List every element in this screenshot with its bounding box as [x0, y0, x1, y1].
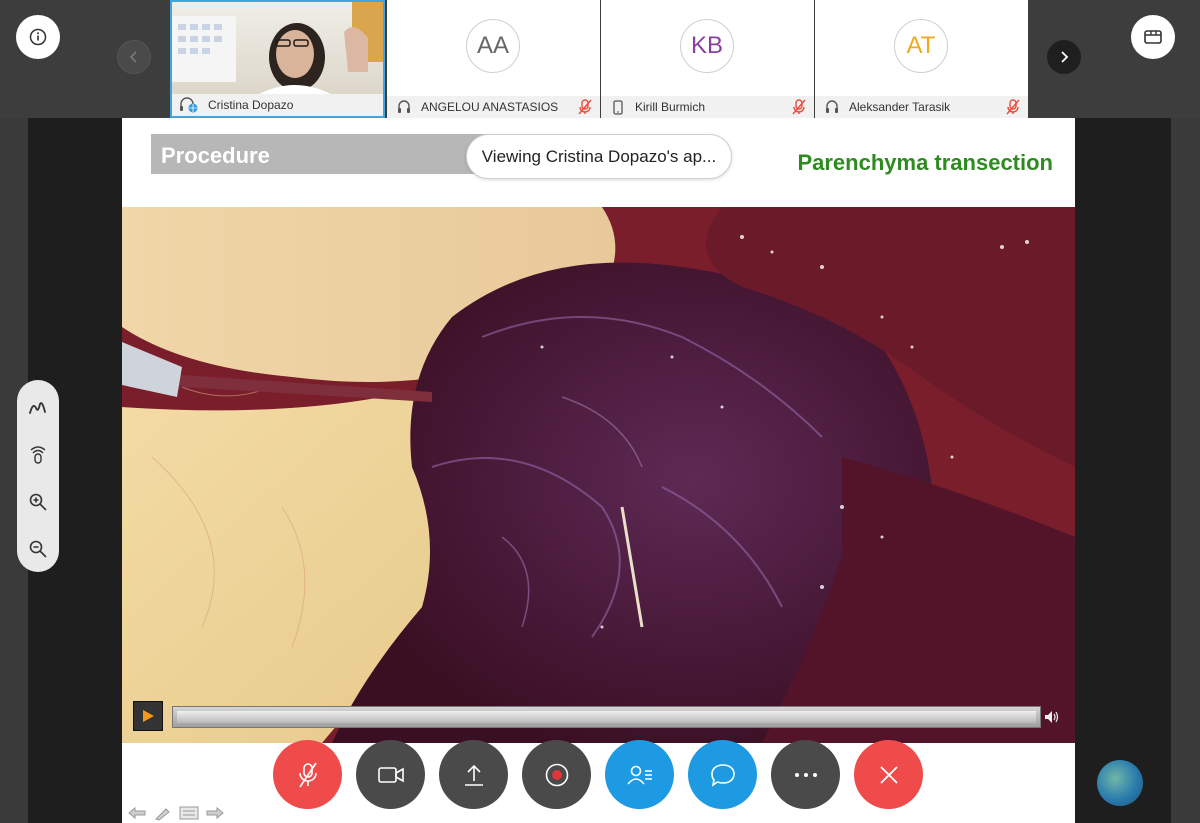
video-button[interactable] — [356, 740, 425, 809]
mute-mic-icon — [298, 762, 317, 787]
play-button[interactable] — [133, 701, 163, 731]
annotation-toolbar — [17, 380, 59, 572]
layout-button[interactable] — [1131, 15, 1175, 59]
end-call-button[interactable] — [854, 740, 923, 809]
avatar-initials: AT — [906, 32, 936, 59]
headset-icon — [823, 99, 841, 115]
participant-nameplate: Kirill Burmich — [601, 96, 814, 118]
chevron-right-icon — [1061, 51, 1069, 63]
mic-muted-icon — [1006, 99, 1020, 118]
next-participants-button[interactable] — [1047, 40, 1081, 74]
chat-button[interactable] — [688, 740, 757, 809]
participant-tile[interactable]: AT Aleksander Tarasik — [815, 0, 1028, 118]
avatar: KB — [680, 19, 734, 73]
phone-icon — [609, 99, 627, 115]
participant-nameplate: Cristina Dopazo — [172, 94, 383, 116]
participant-nameplate: Aleksander Tarasik — [815, 96, 1028, 118]
arrow-left-icon[interactable] — [126, 804, 148, 822]
more-button[interactable] — [771, 740, 840, 809]
share-button[interactable] — [439, 740, 508, 809]
participant-name: ANGELOU ANASTASIOS — [421, 100, 559, 114]
participant-tile[interactable]: KB Kirill Burmich — [601, 0, 814, 118]
layout-icon — [1144, 30, 1162, 44]
headset-globe-icon — [178, 97, 200, 113]
arrow-right-icon[interactable] — [204, 804, 226, 822]
zoom-out-icon[interactable] — [25, 535, 51, 563]
headset-icon — [395, 99, 413, 115]
avatar-initials: KB — [690, 32, 723, 59]
record-icon — [545, 763, 568, 786]
participant-strip: Cristina Dopazo AA ANGELOU ANASTASIOS KB… — [0, 0, 1200, 118]
meeting-window: Cristina Dopazo AA ANGELOU ANASTASIOS KB… — [0, 0, 1200, 823]
participant-name: Kirill Burmich — [635, 100, 706, 114]
zoom-in-icon[interactable] — [25, 488, 51, 516]
camera-icon — [377, 766, 404, 783]
pointer-icon[interactable] — [25, 441, 51, 469]
pen-icon[interactable] — [25, 394, 51, 422]
end-call-icon — [879, 765, 898, 784]
share-icon — [464, 764, 483, 786]
sharing-notice: Viewing Cristina Dopazo's ap... — [466, 134, 732, 179]
meeting-controls — [273, 740, 923, 810]
chevron-left-icon — [129, 51, 137, 63]
shared-slide: Procedure Viewing Cristina Dopazo's ap..… — [122, 118, 1075, 823]
video-player-bar — [122, 701, 1075, 743]
participant-nameplate: ANGELOU ANASTASIOS — [387, 96, 600, 118]
participant-name: Aleksander Tarasik — [849, 100, 951, 114]
pen-tool-icon[interactable] — [152, 804, 174, 822]
participant-name: Cristina Dopazo — [208, 98, 294, 112]
speaker-icon — [1045, 711, 1059, 723]
stage-margin-right — [1075, 118, 1171, 823]
volume-button[interactable] — [1042, 708, 1062, 726]
surgical-video[interactable] — [122, 207, 1075, 743]
mute-button[interactable] — [273, 740, 342, 809]
section-title: Procedure — [161, 143, 270, 168]
record-button[interactable] — [522, 740, 591, 809]
mic-muted-icon — [578, 99, 592, 118]
prev-participants-button[interactable] — [117, 40, 151, 74]
participants-icon — [626, 765, 652, 785]
assistant-orb-icon[interactable] — [1097, 760, 1143, 806]
mic-muted-icon — [792, 99, 806, 118]
seek-bar[interactable] — [172, 706, 1041, 728]
chat-icon — [710, 763, 735, 787]
slide-nav — [126, 804, 226, 822]
participant-tile-video[interactable]: Cristina Dopazo — [170, 0, 385, 118]
info-button[interactable] — [16, 15, 60, 59]
participants-button[interactable] — [605, 740, 674, 809]
slide-menu-icon[interactable] — [178, 804, 200, 822]
avatar: AA — [466, 19, 520, 73]
play-icon — [143, 710, 154, 722]
participant-tile[interactable]: AA ANGELOU ANASTASIOS — [387, 0, 600, 118]
avatar-initials: AA — [476, 32, 509, 59]
more-icon — [794, 772, 817, 777]
avatar: AT — [894, 19, 948, 73]
seek-bar-track — [177, 711, 1036, 723]
phase-title: Parenchyma transection — [797, 150, 1053, 175]
info-icon — [29, 28, 47, 46]
